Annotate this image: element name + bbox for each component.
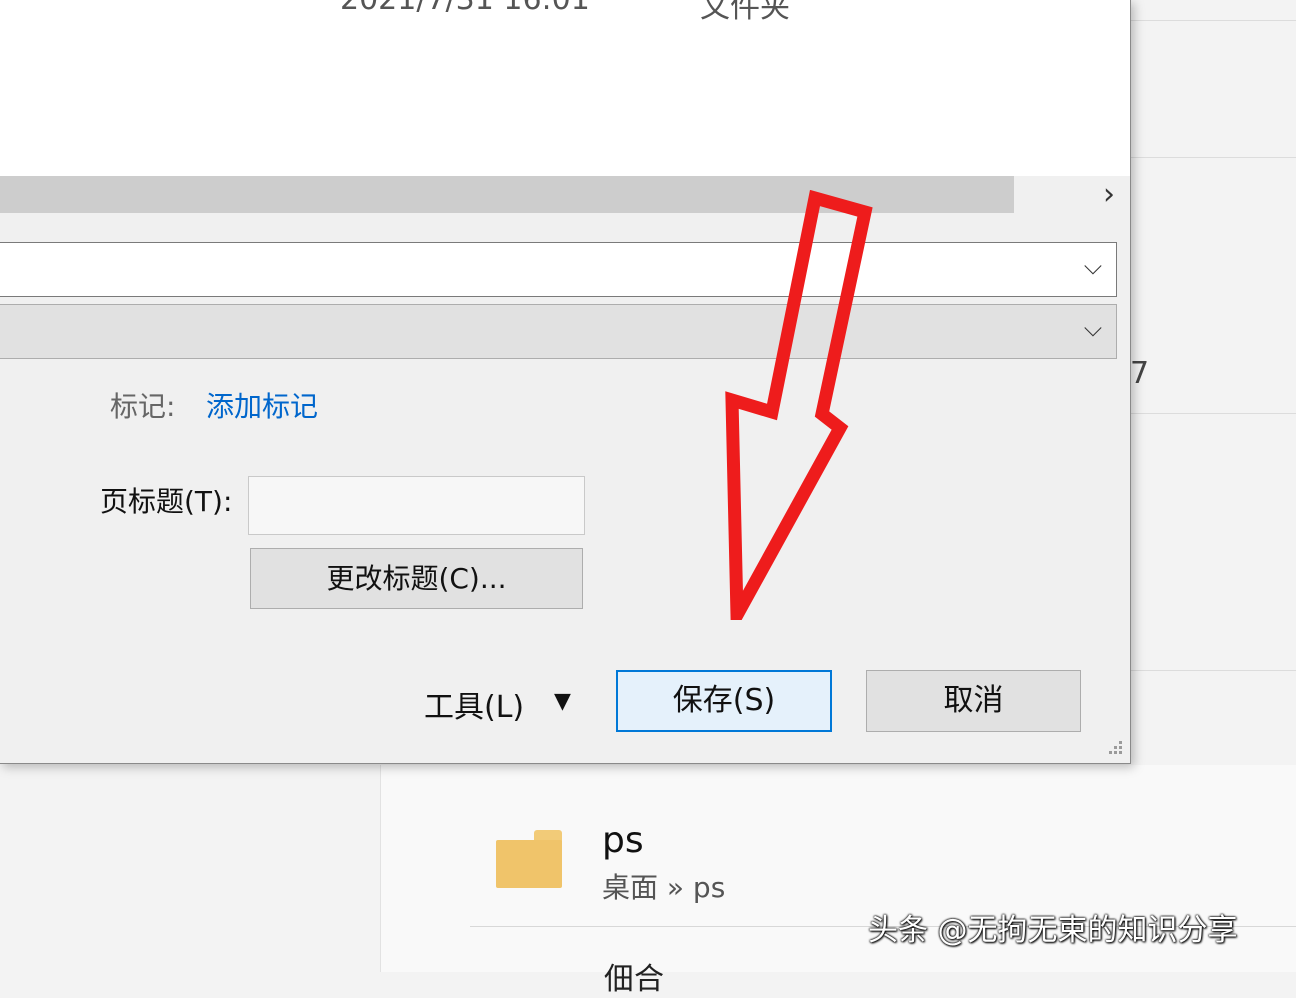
- page-title-label: 页标题(T):: [100, 485, 233, 518]
- file-name-combobox[interactable]: ⌵: [0, 242, 1117, 297]
- chevron-down-icon[interactable]: ⌵: [1080, 315, 1106, 341]
- background-divider: [1130, 157, 1296, 158]
- file-row-date: 2021/7/31 16:01: [340, 0, 590, 17]
- background-divider: [1130, 670, 1296, 671]
- tools-menu-button[interactable]: 工具(L): [424, 682, 524, 726]
- watermark: 头条 @无拘无束的知识分享: [868, 913, 1238, 948]
- cancel-button[interactable]: 取消: [866, 670, 1081, 732]
- tags-label: 标记:: [110, 390, 176, 423]
- background-divider: [1130, 20, 1296, 21]
- red-arrow-annotation: [725, 190, 873, 620]
- background-partial-item: 佃合: [604, 962, 664, 997]
- file-list[interactable]: 2021/7/31 16:01 文件夹: [0, 0, 1130, 176]
- chevron-down-icon[interactable]: ⌵: [1080, 253, 1106, 279]
- add-tags-link[interactable]: 添加标记: [206, 385, 318, 425]
- folder-icon: [496, 830, 562, 888]
- background-partial-text: 7: [1130, 356, 1150, 391]
- resize-grip-icon[interactable]: [1104, 740, 1126, 760]
- folder-path: 桌面 » ps: [602, 871, 726, 904]
- page-title-input[interactable]: [248, 476, 585, 535]
- save-type-combobox[interactable]: ⌵: [0, 304, 1117, 359]
- background-divider: [1130, 413, 1296, 414]
- scroll-right-icon[interactable]: ›: [1094, 176, 1124, 214]
- dropdown-caret-icon[interactable]: ▼: [554, 689, 571, 714]
- file-row-type: 文件夹: [700, 0, 790, 25]
- change-title-button[interactable]: 更改标题(C)...: [250, 548, 583, 609]
- background-nav-pane: [0, 765, 381, 972]
- folder-name: ps: [602, 820, 644, 861]
- save-dialog: 2021/7/31 16:01 文件夹 › ⌵ ⌵ 标记: 添加标记 页标题(T…: [0, 0, 1131, 764]
- save-button[interactable]: 保存(S): [616, 670, 832, 732]
